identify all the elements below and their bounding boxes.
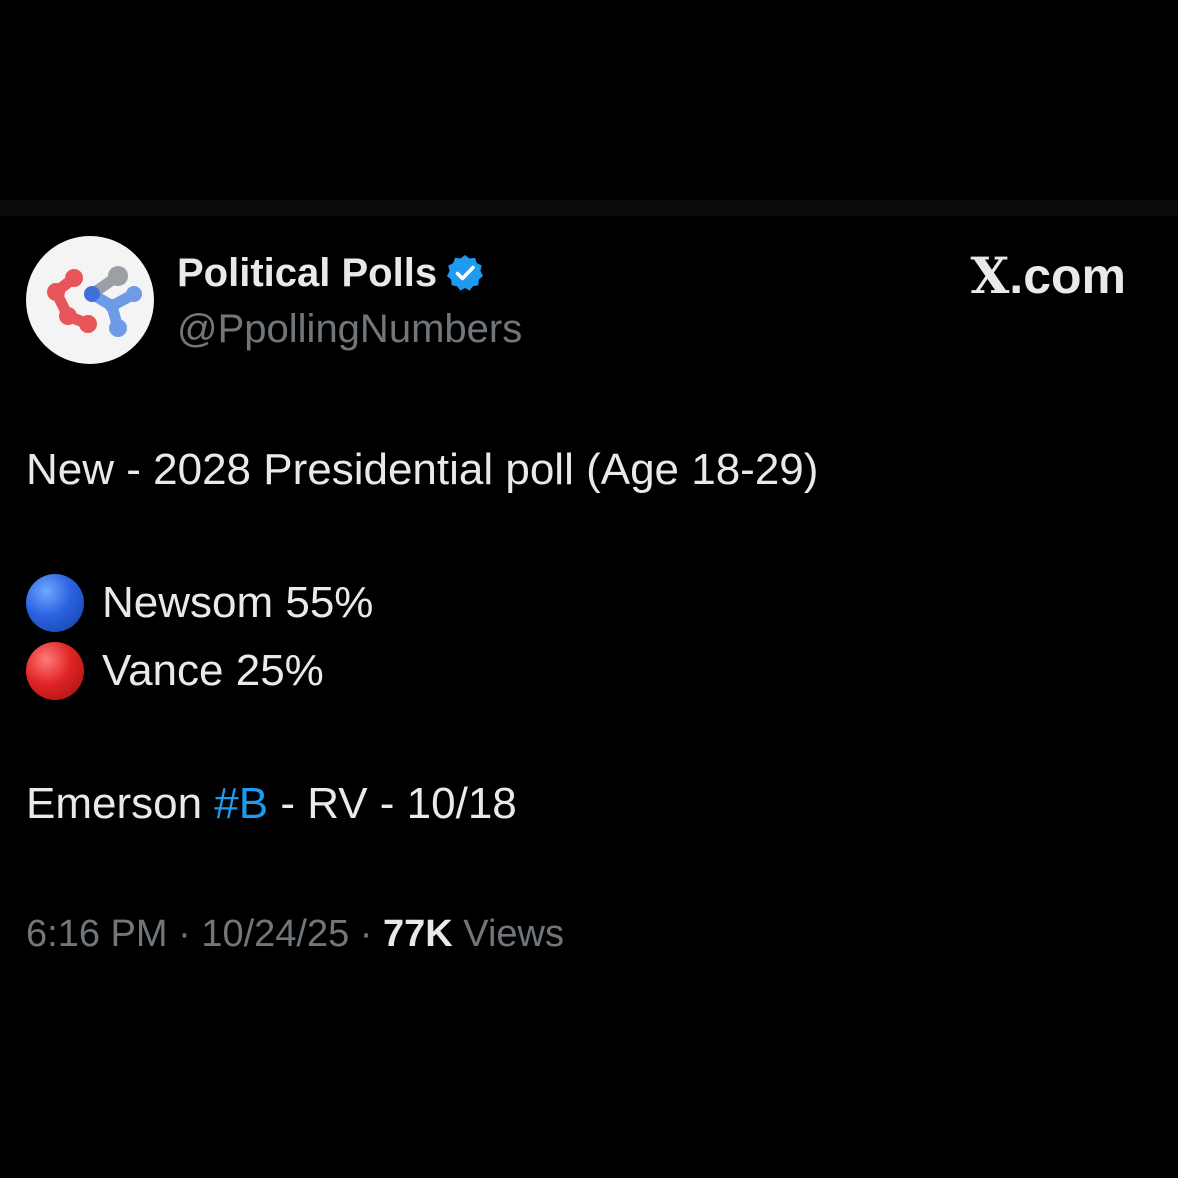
x-logo-icon: X — [970, 246, 1010, 305]
poll-result-label: Newsom 55% — [102, 578, 374, 627]
meta-separator: · — [349, 913, 384, 955]
red-circle-icon — [26, 642, 84, 700]
poll-result-vance: Vance 25% — [26, 642, 324, 700]
brand-suffix: .com — [1009, 248, 1126, 304]
post-meta: 6:16 PM · 10/24/25 · 77K Views — [26, 910, 564, 958]
poll-source: Emerson #B - RV - 10/18 — [26, 776, 517, 832]
meta-separator: · — [167, 913, 202, 955]
pollster: Emerson — [26, 779, 215, 828]
top-divider — [0, 200, 1178, 216]
brand-watermark: X.com — [971, 246, 1127, 306]
poll-result-label: Vance 25% — [102, 646, 324, 695]
post-headline: New - 2028 Presidential poll (Age 18-29) — [26, 445, 819, 494]
display-name[interactable]: Political Polls — [177, 248, 485, 298]
handle[interactable]: @PpollingNumbers — [177, 304, 522, 354]
poll-result-newsom: Newsom 55% — [26, 574, 373, 632]
verified-badge-icon — [447, 255, 484, 291]
avatar[interactable] — [26, 236, 154, 364]
post-date[interactable]: 10/24/25 — [201, 913, 349, 955]
display-name-text: Political Polls — [177, 251, 438, 295]
post-time[interactable]: 6:16 PM — [26, 913, 168, 955]
views-count[interactable]: 77K — [383, 913, 453, 955]
blue-circle-icon — [26, 574, 84, 632]
hashtag-link[interactable]: #B — [214, 779, 268, 828]
views-label: Views — [452, 913, 564, 955]
source-details: - RV - 10/18 — [268, 779, 517, 828]
political-polls-logo-icon — [47, 266, 142, 337]
